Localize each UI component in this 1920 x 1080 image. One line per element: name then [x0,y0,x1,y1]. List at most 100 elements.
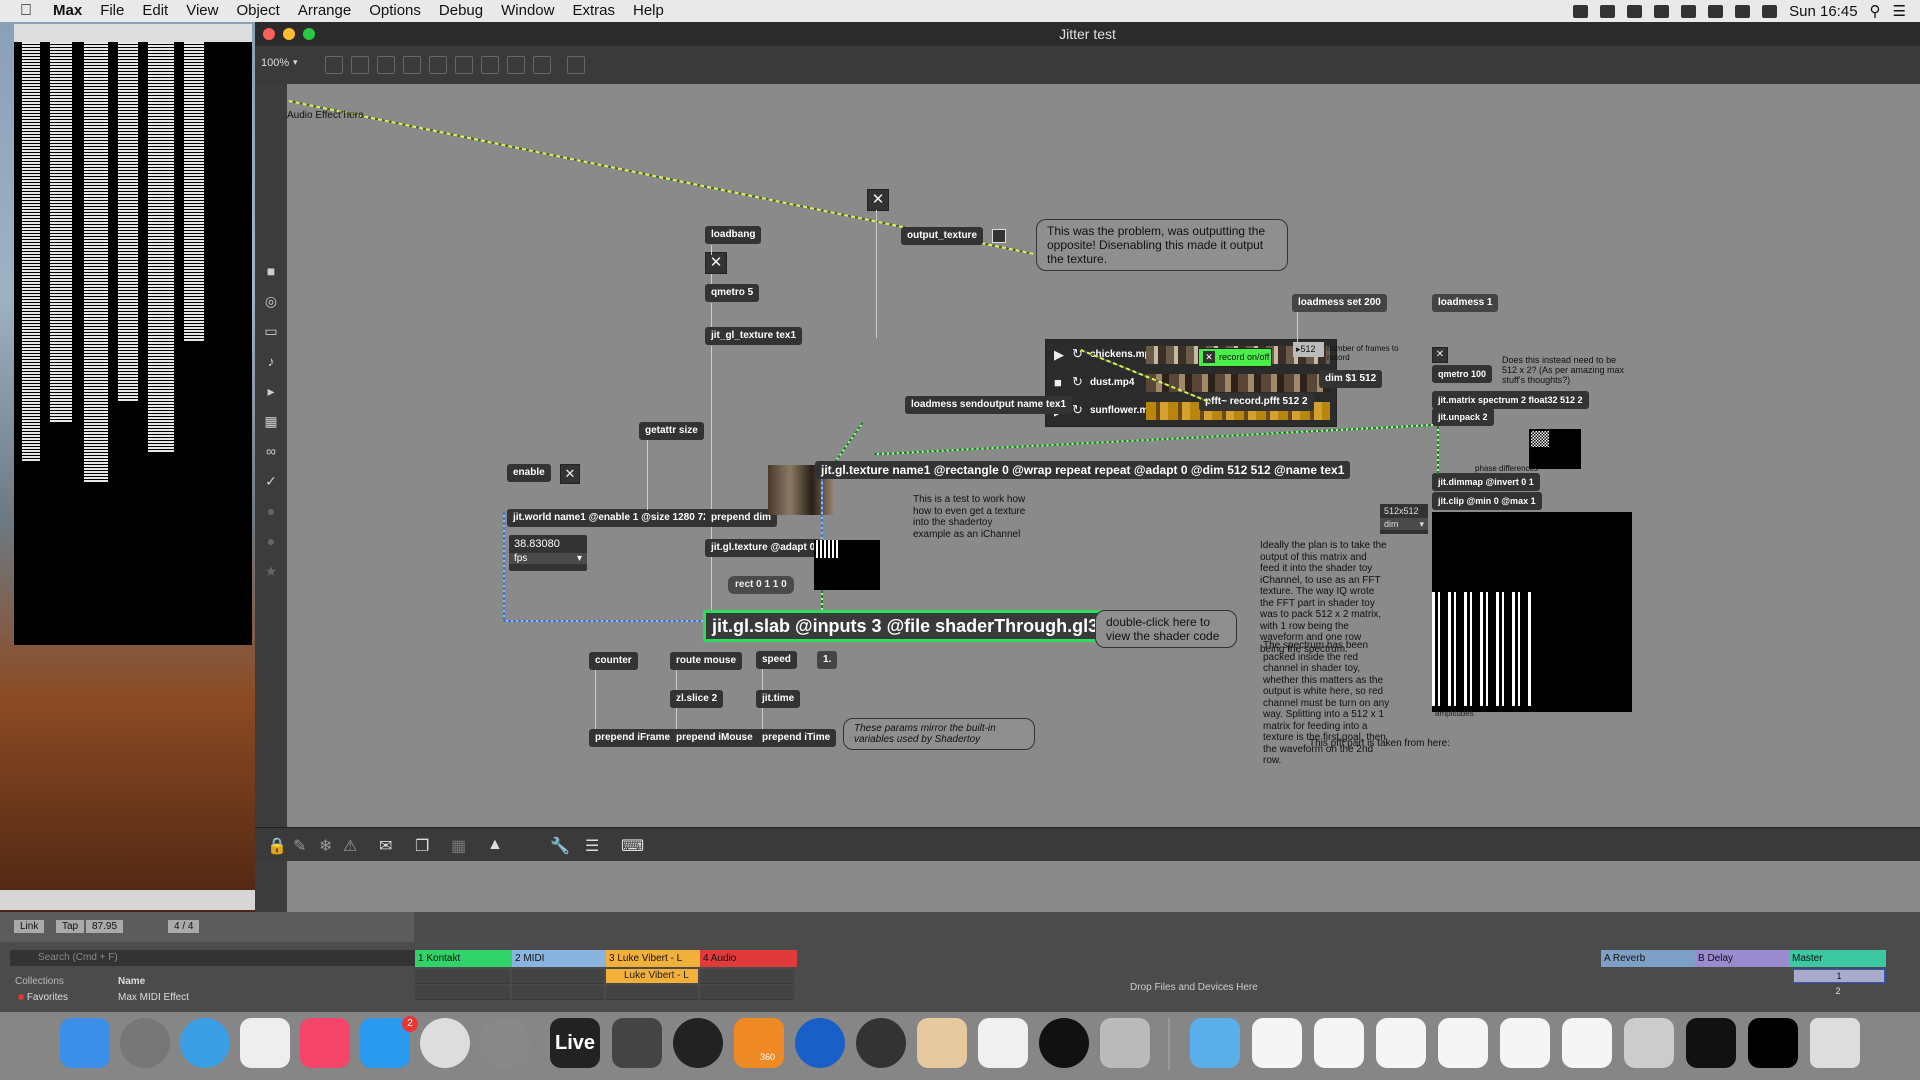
route-mouse-object[interactable]: route mouse [670,652,743,670]
menu-help[interactable]: Help [624,0,673,22]
message-bubble-icon[interactable]: ✉ [379,836,392,856]
itunes-icon[interactable] [300,1018,350,1068]
bolt-icon[interactable] [1600,4,1616,18]
comment-icon[interactable] [377,56,395,74]
plugin-icon[interactable]: ✓ [262,472,280,490]
output-toggle[interactable]: ✕ [867,189,889,211]
menu-app-name[interactable]: Max [44,0,91,22]
shazam-icon[interactable] [1039,1018,1089,1068]
chrome-icon[interactable] [420,1018,470,1068]
screenshot-icon[interactable] [1624,1018,1674,1068]
patch-canvas[interactable]: Audio Effect here loadbang ✕ qmetro 5 ji… [287,84,1920,927]
spotlight-icon[interactable]: ⚲ [1870,2,1881,20]
time-signature[interactable]: 4 / 4 [168,920,200,933]
message-icon[interactable] [351,56,369,74]
zl-slice-object[interactable]: zl.slice 2 [670,690,724,708]
browser-search-input[interactable]: Search (Cmd + F) [10,950,428,966]
jit-world-object[interactable]: jit.world name1 @enable 1 @size 1280 720 [507,509,721,527]
frames-number-box[interactable]: ▸512 [1293,342,1324,357]
link-button[interactable]: Link [14,920,45,933]
document-icon[interactable] [1376,1018,1426,1068]
loop-icon[interactable]: ↻ [1072,374,1083,390]
pfft-object[interactable]: pfft~ record.pfft 512 2 [1199,393,1314,411]
wrench-icon[interactable]: 🔧 [550,836,570,856]
quicktime-icon[interactable] [795,1018,845,1068]
return-track-a[interactable]: A Reverb [1601,950,1696,967]
gl-cord[interactable] [821,590,823,610]
cube-icon[interactable]: ■ [262,262,280,280]
fps-display[interactable]: 38.83080 fps ▾ [509,535,587,571]
button-icon[interactable] [429,56,447,74]
menu-extras[interactable]: Extras [563,0,624,22]
track-header-luke-vibert[interactable]: 3 Luke Vibert - L [606,950,701,967]
battery-icon[interactable] [1708,4,1724,18]
window-thumbnail-icon[interactable] [1686,1018,1736,1068]
loadmess-sendoutput-object[interactable]: loadmess sendoutput name tex1 [905,396,1073,414]
prepend-iframe-object[interactable]: prepend iFrame [589,729,677,747]
info-icon[interactable]: ● [262,502,280,520]
loadmess-set-object[interactable]: loadmess set 200 [1292,294,1387,312]
menu-object[interactable]: Object [227,0,288,22]
jit-clip-object[interactable]: jit.clip @min 0 @max 1 [1432,492,1542,510]
matrix-cord[interactable] [1437,426,1439,474]
zoom-window-button[interactable] [303,28,315,40]
menu-view[interactable]: View [177,0,227,22]
track-header-audio[interactable]: 4 Audio [700,950,797,967]
dim-number-box[interactable]: 512x512 dim ▾ [1380,504,1428,534]
favorites-item[interactable]: ■ Favorites [18,992,68,1003]
enable-toggle[interactable]: ✕ [560,464,580,484]
menu-options[interactable]: Options [360,0,430,22]
minimize-window-button[interactable] [283,28,295,40]
edit-icon[interactable]: ✎ [293,836,306,856]
volume-icon[interactable] [1762,4,1778,18]
document-icon[interactable] [1500,1018,1550,1068]
jit-gl-texture-object[interactable]: jit_gl_texture tex1 [705,327,803,345]
clip-slot[interactable] [415,969,510,984]
grid-icon[interactable]: ▦ [451,836,466,856]
dim-message[interactable]: dim $1 512 [1319,370,1383,388]
document-icon[interactable] [1438,1018,1488,1068]
matrix-cord[interactable] [503,620,703,622]
paperclip-icon[interactable]: ∞ [262,442,280,460]
max-app-icon[interactable] [612,1018,662,1068]
window-thumbnail-icon[interactable] [1748,1018,1798,1068]
clip-slot[interactable] [415,985,510,1000]
clip-slot[interactable] [606,985,698,1000]
safari-icon[interactable] [180,1018,230,1068]
dropbox-icon[interactable] [1573,4,1589,18]
windows-icon[interactable]: ❐ [415,836,429,856]
music-note-icon[interactable]: ♪ [262,352,280,370]
clip-slot[interactable] [512,985,604,1000]
record-toggle[interactable]: ✕ record on/off [1198,348,1272,367]
document-icon[interactable] [1314,1018,1364,1068]
browser-item[interactable]: Max MIDI Effect [118,992,189,1003]
vpn-icon[interactable] [1627,4,1643,18]
slider-icon[interactable] [481,56,499,74]
menu-debug[interactable]: Debug [430,0,492,22]
warning-icon[interactable]: ⚠ [343,836,357,856]
fps-menu[interactable]: fps ▾ [509,553,587,564]
hierarchy-icon[interactable]: ▲ [487,836,503,854]
audio-app-icon[interactable] [673,1018,723,1068]
apple-icon[interactable]:  [0,0,44,22]
minimized-window-bar[interactable] [0,890,255,910]
track-header-kontakt[interactable]: 1 Kontakt [415,950,513,967]
text-edit-icon[interactable] [978,1018,1028,1068]
return-track-b[interactable]: B Delay [1695,950,1790,967]
calculator-icon[interactable] [917,1018,967,1068]
loadbang-object[interactable]: loadbang [705,226,762,244]
new-object-icon[interactable] [325,56,343,74]
jit-dimmap-object[interactable]: jit.dimmap @invert 0 1 [1432,473,1540,491]
counter-object[interactable]: counter [589,652,638,670]
menu-arrange[interactable]: Arrange [289,0,360,22]
toggle-box[interactable]: ✕ [705,252,727,274]
jit-gl-texture-adapt-object[interactable]: jit.gl.texture @adapt 0 [705,539,822,557]
document-icon[interactable] [1252,1018,1302,1068]
metro-toggle[interactable]: ✕ [1432,347,1448,363]
window-icon[interactable]: ▭ [262,322,280,340]
tap-button[interactable]: Tap [56,920,85,933]
presentation-icon[interactable]: ❄ [319,836,332,856]
enable-number[interactable]: enable [507,464,551,482]
menubar-clock[interactable]: Sun 16:45 [1789,3,1857,20]
track-header-midi[interactable]: 2 MIDI [512,950,607,967]
